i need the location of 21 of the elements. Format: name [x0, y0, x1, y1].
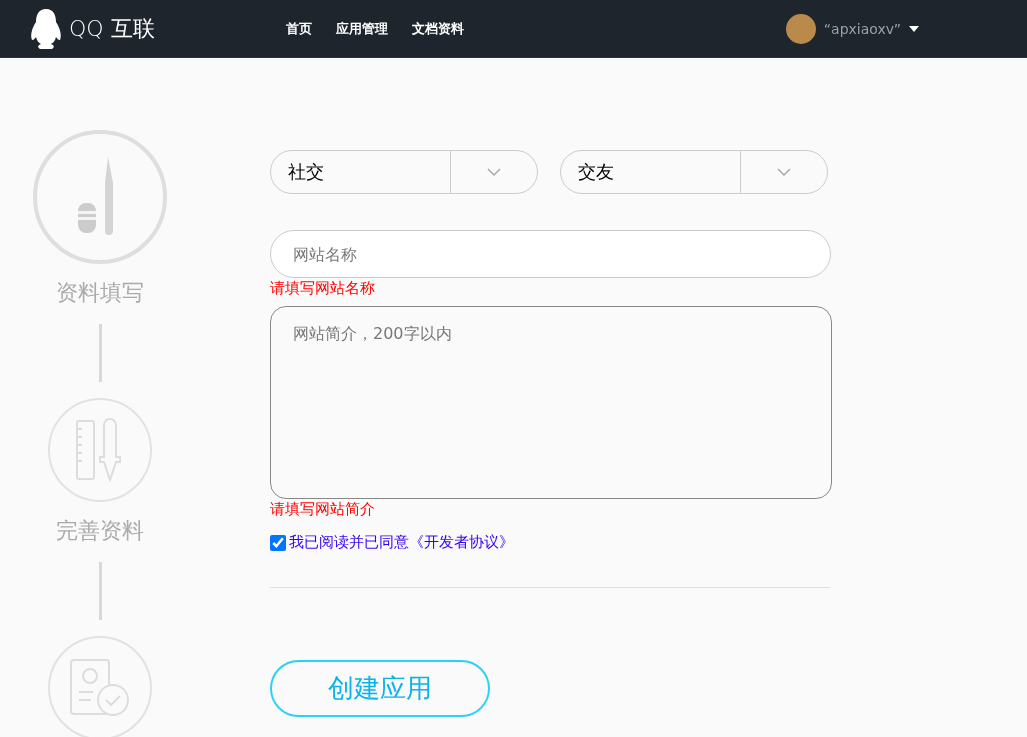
nav-link[interactable]: 首页	[286, 19, 312, 38]
penguin-logo-icon	[29, 7, 63, 50]
text-input[interactable]: 网站名称	[270, 230, 831, 278]
select-dropdown[interactable]: 社交	[270, 150, 538, 194]
avatar[interactable]	[785, 13, 816, 44]
caret-icon[interactable]	[909, 25, 919, 32]
nav-link[interactable]: 应用管理	[336, 19, 388, 38]
chevron-down-icon	[487, 168, 501, 176]
textarea-field[interactable]: 网站简介，200字以内	[270, 306, 832, 499]
document-check-icon	[69, 658, 131, 718]
username[interactable]: “apxiaoxv”	[823, 20, 901, 37]
step-label: 完善资料	[56, 517, 144, 545]
step-label: 资料填写	[56, 279, 144, 307]
error-message: 请填写网站名称	[270, 279, 375, 298]
logo-text: QQ 互联	[69, 14, 155, 43]
checkbox[interactable]	[270, 534, 286, 551]
chevron-down-icon	[777, 168, 791, 176]
error-message: 请填写网站简介	[270, 500, 375, 519]
agreement-link[interactable]: 我已阅读并已同意《开发者协议》	[289, 533, 514, 552]
select-dropdown[interactable]: 交友	[560, 150, 828, 194]
nav-link[interactable]: 文档资料	[412, 19, 464, 38]
